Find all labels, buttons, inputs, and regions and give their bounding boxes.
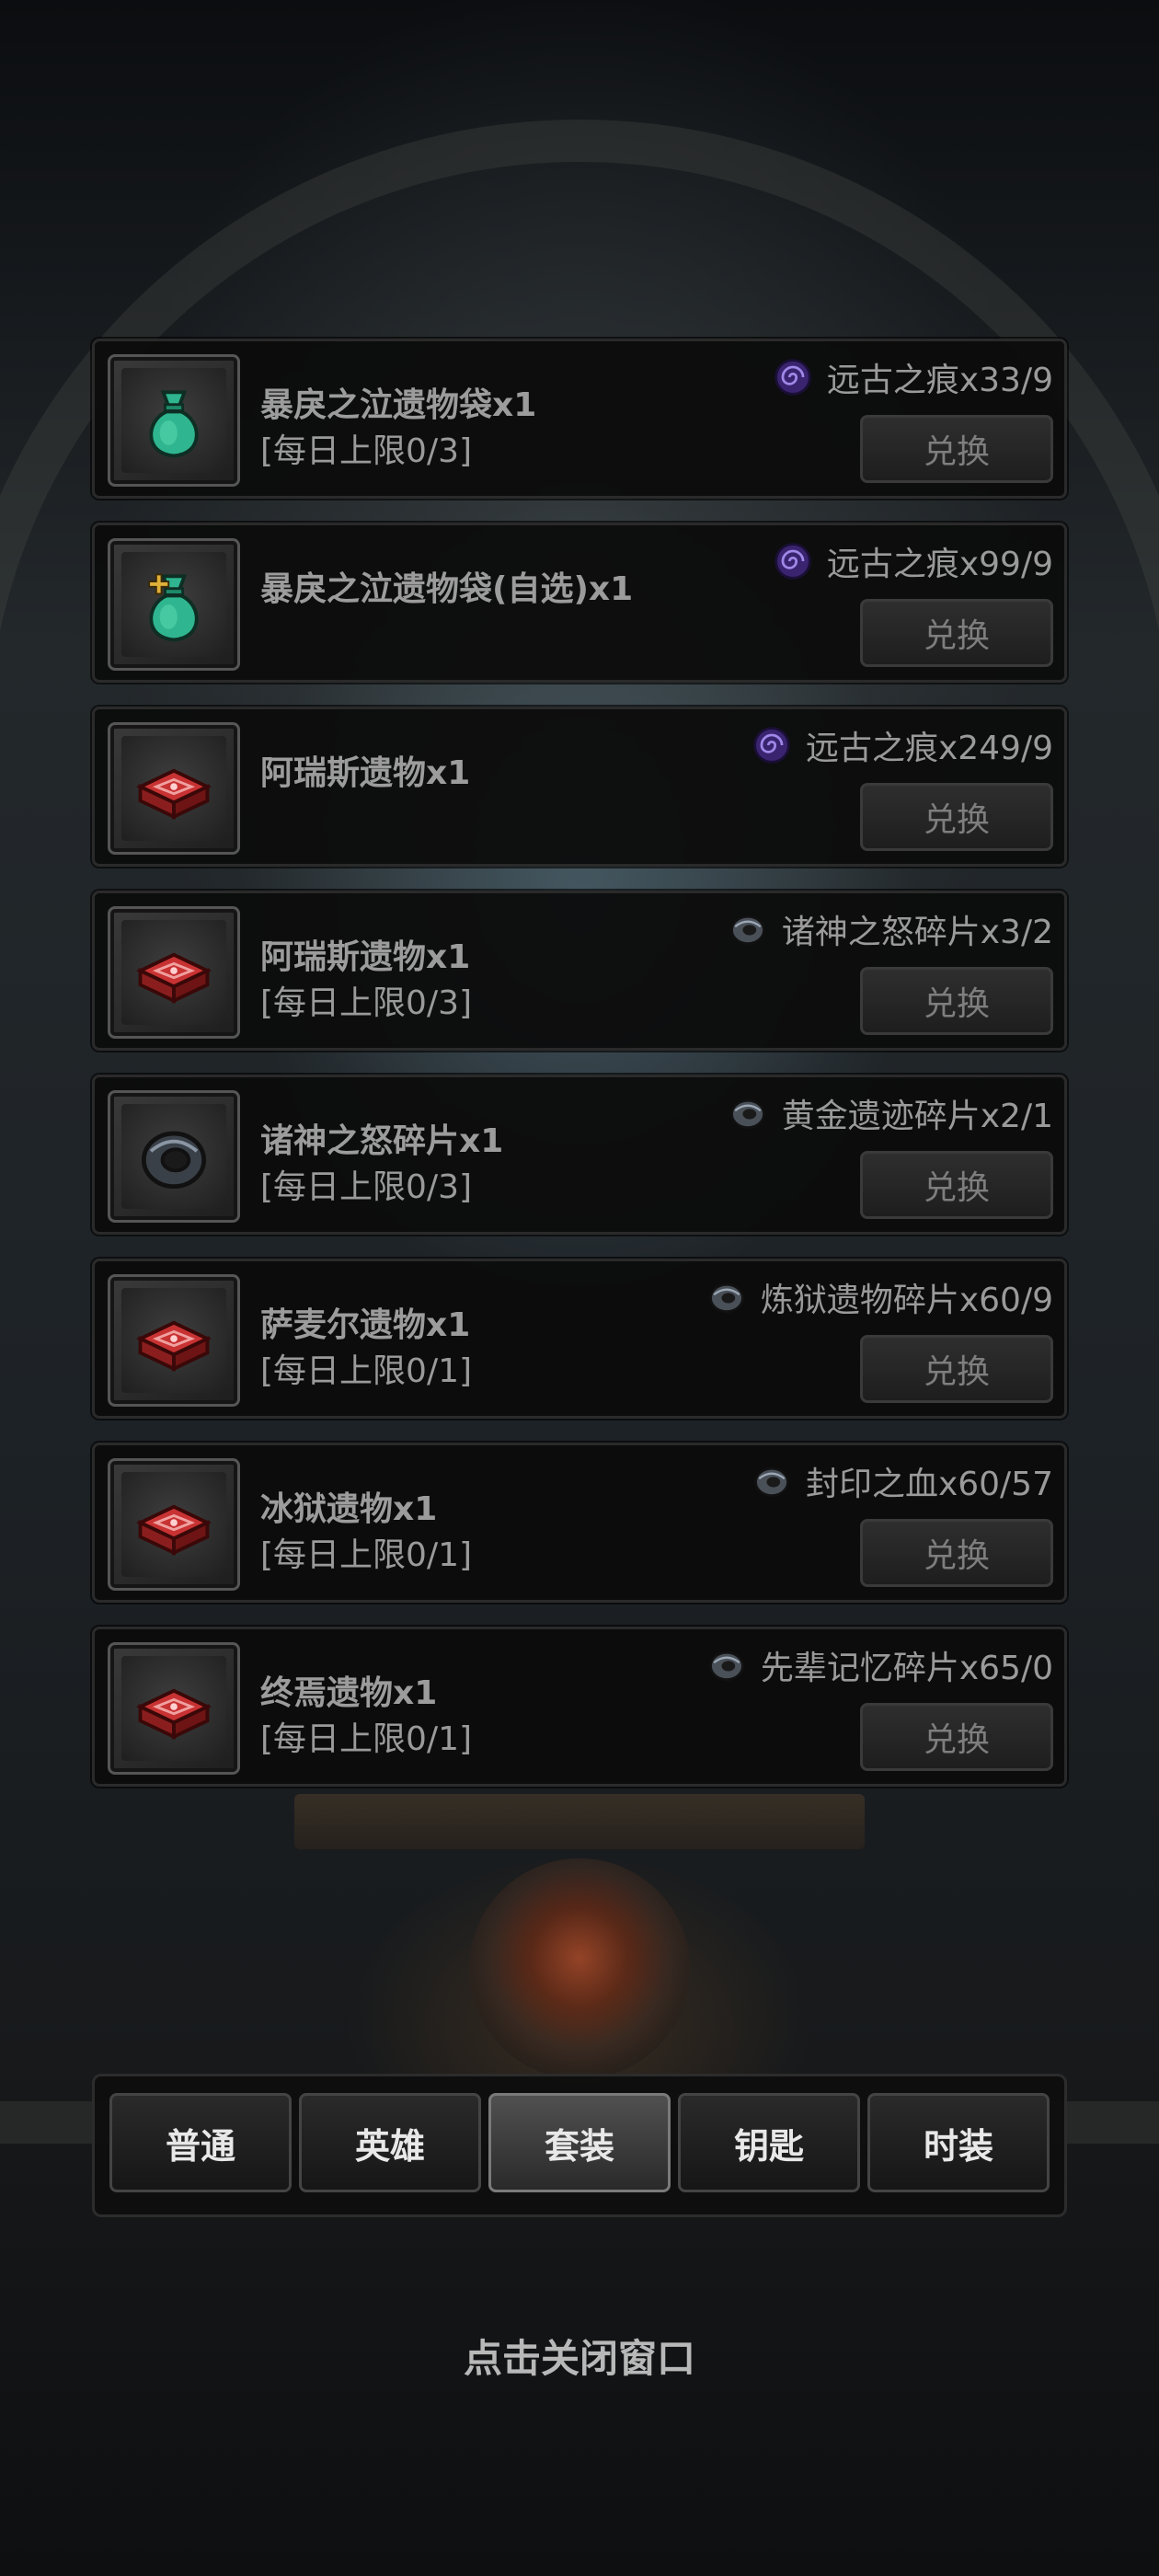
exchange-button[interactable]: 兑换	[860, 1703, 1053, 1771]
cost-display: 先辈记忆碎片x65/0	[706, 1642, 1053, 1688]
cost-text: 远古之痕x99/9	[826, 546, 1053, 583]
ring-fragment-icon	[727, 1092, 769, 1134]
item-name: 阿瑞斯遗物x1	[260, 938, 471, 976]
exchange-row: 萨麦尔遗物x1 [每日上限0/1] 炼狱遗物碎片x60/9 兑换	[92, 1259, 1067, 1419]
cost-display: 炼狱遗物碎片x60/9	[706, 1274, 1053, 1320]
exchange-button[interactable]: 兑换	[860, 783, 1053, 851]
tab-0[interactable]: 普通	[109, 2093, 292, 2192]
ring-icon	[121, 1104, 226, 1209]
swirl-icon	[772, 540, 814, 582]
exchange-row: 阿瑞斯遗物x1 [每日上限0/3] 诸神之怒碎片x3/2 兑换	[92, 891, 1067, 1051]
item-name: 终焉遗物x1	[260, 1674, 438, 1712]
exchange-row: 诸神之怒碎片x1 [每日上限0/3] 黄金遗迹碎片x2/1 兑换	[92, 1075, 1067, 1235]
cost-display: 远古之痕x99/9	[772, 538, 1053, 584]
cost-display: 远古之痕x249/9	[751, 722, 1053, 768]
item-name: 萨麦尔遗物x1	[260, 1306, 471, 1344]
item-name: 诸神之怒碎片x1	[260, 1122, 504, 1160]
daily-limit: [每日上限0/3]	[260, 432, 473, 470]
daily-limit: [每日上限0/3]	[260, 984, 473, 1022]
red-box-icon	[121, 920, 226, 1025]
red-box-icon	[121, 1288, 226, 1393]
daily-limit: [每日上限0/1]	[260, 1536, 473, 1574]
cost-text: 远古之痕x249/9	[805, 730, 1053, 767]
daily-limit: [每日上限0/1]	[260, 1720, 473, 1758]
exchange-row: 终焉遗物x1 [每日上限0/1] 先辈记忆碎片x65/0 兑换	[92, 1627, 1067, 1787]
ring-fragment-icon	[706, 1276, 748, 1318]
cost-display: 封印之血x60/57	[751, 1458, 1053, 1504]
tab-2[interactable]: 套装	[488, 2093, 671, 2192]
red-box-icon	[121, 1656, 226, 1761]
item-slot[interactable]	[108, 722, 240, 855]
exchange-row: 暴戾之泣遗物袋(自选)x1 远古之痕x99/9 兑换	[92, 523, 1067, 683]
item-name: 暴戾之泣遗物袋x1	[260, 386, 537, 424]
cost-text: 炼狱遗物碎片x60/9	[760, 1282, 1053, 1319]
exchange-row: 阿瑞斯遗物x1 远古之痕x249/9 兑换	[92, 707, 1067, 867]
tab-4[interactable]: 时装	[867, 2093, 1050, 2192]
item-slot[interactable]	[108, 1274, 240, 1407]
exchange-button[interactable]: 兑换	[860, 1151, 1053, 1219]
swirl-icon	[751, 724, 793, 766]
cost-text: 远古之痕x33/9	[826, 362, 1053, 399]
item-name: 冰狱遗物x1	[260, 1490, 438, 1528]
item-slot[interactable]	[108, 538, 240, 671]
ring-fragment-icon	[727, 908, 769, 950]
daily-limit: [每日上限0/3]	[260, 1168, 473, 1206]
green-bag-icon	[121, 368, 226, 473]
exchange-row: 冰狱遗物x1 [每日上限0/1] 封印之血x60/57 兑换	[92, 1443, 1067, 1603]
item-slot[interactable]	[108, 906, 240, 1039]
exchange-list: 暴戾之泣遗物袋x1 [每日上限0/3] 远古之痕x33/9 兑换 暴戾之泣遗物袋(自选)…	[92, 339, 1067, 1811]
brazier-decoration	[469, 1858, 690, 2079]
item-slot[interactable]	[108, 1090, 240, 1223]
exchange-button[interactable]: 兑换	[860, 415, 1053, 483]
green-bag-plus-icon	[121, 552, 226, 657]
cost-display: 远古之痕x33/9	[772, 354, 1053, 400]
item-slot[interactable]	[108, 1642, 240, 1775]
cost-text: 封印之血x60/57	[805, 1466, 1053, 1503]
ring-fragment-icon	[751, 1460, 793, 1502]
item-name: 阿瑞斯遗物x1	[260, 754, 471, 792]
tab-1[interactable]: 英雄	[299, 2093, 481, 2192]
red-box-icon	[121, 736, 226, 841]
category-tab-bar: 普通 英雄 套装 钥匙 时装	[92, 2074, 1067, 2217]
item-slot[interactable]	[108, 1458, 240, 1591]
exchange-button[interactable]: 兑换	[860, 1335, 1053, 1403]
cost-display: 黄金遗迹碎片x2/1	[727, 1090, 1053, 1136]
item-name: 暴戾之泣遗物袋(自选)x1	[260, 570, 634, 608]
daily-limit: [每日上限0/1]	[260, 1352, 473, 1390]
close-window-hint[interactable]: 点击关闭窗口	[0, 2328, 1159, 2384]
exchange-row: 暴戾之泣遗物袋x1 [每日上限0/3] 远古之痕x33/9 兑换	[92, 339, 1067, 499]
exchange-button[interactable]: 兑换	[860, 1519, 1053, 1587]
cost-text: 黄金遗迹碎片x2/1	[781, 1098, 1053, 1135]
cost-display: 诸神之怒碎片x3/2	[727, 906, 1053, 952]
tab-3[interactable]: 钥匙	[678, 2093, 860, 2192]
cost-text: 诸神之怒碎片x3/2	[781, 914, 1053, 951]
swirl-icon	[772, 356, 814, 398]
red-box-icon	[121, 1472, 226, 1577]
exchange-button[interactable]: 兑换	[860, 967, 1053, 1035]
ring-fragment-icon	[706, 1644, 748, 1686]
item-slot[interactable]	[108, 354, 240, 487]
exchange-button[interactable]: 兑换	[860, 599, 1053, 667]
cost-text: 先辈记忆碎片x65/0	[760, 1650, 1053, 1687]
